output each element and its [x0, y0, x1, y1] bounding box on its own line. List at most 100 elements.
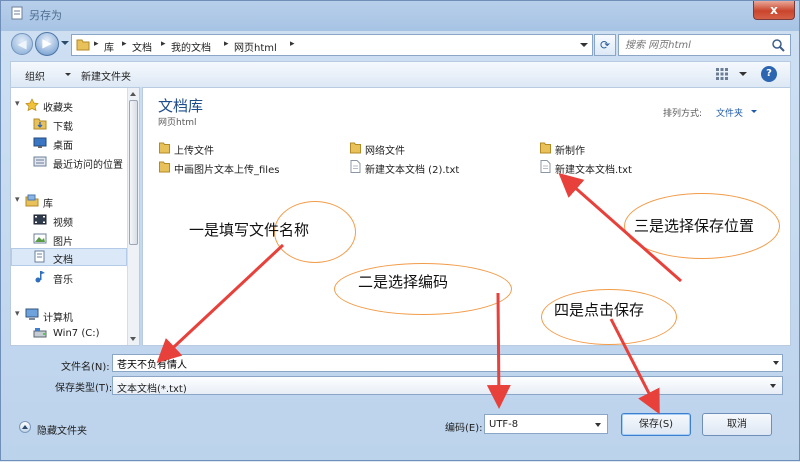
nav-label: 收藏夹 — [43, 103, 73, 114]
hide-folders-label: 隐藏文件夹 — [37, 426, 87, 437]
collapse-up-icon[interactable] — [19, 421, 31, 433]
chevron-right-icon[interactable]: ▸ — [122, 39, 127, 49]
file-name: 新建文本文档 (2).txt — [365, 165, 460, 176]
scroll-down-arrow-icon[interactable] — [130, 337, 136, 341]
nav-drive-c[interactable]: Win7 (C:) — [11, 325, 127, 343]
recent-places-icon — [33, 156, 47, 167]
nav-favorites[interactable]: ▾ 收藏夹 — [11, 96, 127, 114]
libraries-icon — [25, 194, 39, 207]
nav-libraries[interactable]: ▾ 库 — [11, 192, 127, 210]
chevron-down-icon[interactable] — [773, 361, 779, 365]
nav-recent-places[interactable]: 最近访问的位置 — [11, 153, 127, 171]
chevron-right-icon[interactable]: ▸ — [161, 39, 166, 49]
nav-documents[interactable]: 文档 — [11, 248, 127, 266]
organize-button[interactable]: 组织 — [25, 68, 45, 83]
search-icon[interactable] — [770, 37, 786, 53]
folder-icon — [159, 161, 170, 173]
new-folder-button[interactable]: 新建文件夹 — [81, 68, 131, 83]
nav-label: 音乐 — [53, 275, 73, 286]
desktop-icon — [33, 137, 47, 148]
file-name: 新建文本文档.txt — [555, 165, 632, 176]
file-name: 网络文件 — [365, 146, 405, 157]
video-icon — [33, 214, 47, 225]
chevron-right-icon[interactable]: ▸ — [290, 39, 295, 49]
breadcrumb-documents[interactable]: 文档 — [132, 39, 152, 54]
filename-input[interactable] — [112, 354, 783, 372]
annotation-step-three: 三是选择保存位置 — [634, 217, 755, 235]
library-title: 文档库 — [158, 97, 204, 115]
save-button[interactable]: 保存(S) — [621, 413, 691, 436]
chevron-right-icon[interactable]: ▸ — [94, 39, 99, 49]
nav-label: 库 — [43, 199, 53, 210]
nav-downloads[interactable]: 下载 — [11, 115, 127, 133]
search-box[interactable] — [618, 34, 791, 56]
star-icon — [25, 98, 39, 111]
encoding-value: UTF-8 — [489, 419, 519, 430]
filename-label: 文件名(N): — [61, 362, 110, 373]
nav-label: Win7 (C:) — [53, 328, 100, 339]
nav-pictures[interactable]: 图片 — [11, 230, 127, 248]
hard-drive-icon — [33, 328, 47, 338]
nav-label: 图片 — [53, 237, 73, 248]
nav-label: 计算机 — [43, 313, 73, 324]
arrange-by-dropdown[interactable]: 文件夹 — [716, 106, 743, 119]
encoding-label: 编码(E): — [445, 423, 483, 434]
filetype-select[interactable]: 文本文档(*.txt) — [112, 376, 783, 395]
back-button[interactable]: ◀ — [11, 33, 33, 55]
close-button[interactable]: x — [753, 1, 795, 20]
nav-label: 下载 — [53, 122, 73, 133]
nav-label: 最近访问的位置 — [53, 160, 123, 171]
folder-icon — [76, 39, 90, 51]
forward-button[interactable]: ▶ — [35, 32, 59, 56]
scroll-up-arrow-icon[interactable] — [130, 92, 136, 96]
folder-icon — [540, 142, 551, 154]
address-row: ◀ ▶ ▸ 库 ▸ 文档 ▸ 我的文档 ▸ 网页html ▸ ⟳ — [1, 31, 799, 59]
nav-desktop[interactable]: 桌面 — [11, 134, 127, 152]
chevron-right-icon[interactable]: ▸ — [224, 39, 229, 49]
breadcrumb-my-documents[interactable]: 我的文档 — [171, 39, 211, 54]
window-title: 另存为 — [29, 9, 62, 22]
title-bar: 另存为 x — [1, 1, 799, 31]
computer-icon — [25, 308, 39, 320]
nav-label: 文档 — [53, 255, 73, 266]
scroll-thumb[interactable] — [129, 100, 138, 245]
music-icon — [35, 271, 45, 283]
nav-music[interactable]: 音乐 — [11, 268, 127, 286]
address-dropdown-icon[interactable] — [580, 43, 588, 47]
recent-locations-dropdown[interactable] — [61, 41, 69, 45]
file-name: 中画图片文本上传_files — [174, 165, 280, 176]
nav-scrollbar[interactable] — [127, 88, 139, 345]
nav-label: 视频 — [53, 218, 73, 229]
view-options-icon[interactable] — [715, 67, 729, 81]
address-bar[interactable]: ▸ 库 ▸ 文档 ▸ 我的文档 ▸ 网页html ▸ — [71, 34, 593, 56]
breadcrumb-webpage-html[interactable]: 网页html — [234, 39, 277, 54]
chevron-down-icon[interactable] — [751, 110, 757, 113]
save-as-dialog: 另存为 x ◀ ▶ ▸ 库 ▸ 文档 ▸ 我的文档 ▸ 网页html ▸ ⟳ 组… — [0, 0, 800, 461]
nav-computer[interactable]: ▾ 计算机 — [11, 306, 127, 324]
search-input[interactable] — [625, 38, 765, 52]
annotation-step-one: 一是填写文件名称 — [189, 221, 310, 239]
notepad-icon — [11, 6, 23, 20]
cancel-button[interactable]: 取消 — [702, 413, 772, 436]
documents-icon — [34, 250, 45, 263]
filetype-label: 保存类型(T): — [55, 383, 113, 394]
help-icon[interactable]: ? — [761, 66, 777, 82]
file-name: 新制作 — [555, 146, 585, 157]
pictures-icon — [33, 233, 47, 244]
chevron-down-icon[interactable] — [739, 72, 747, 76]
filetype-value: 文本文档(*.txt) — [117, 384, 187, 395]
folder-icon — [350, 142, 361, 154]
nav-videos[interactable]: 视频 — [11, 211, 127, 229]
chevron-down-icon — [65, 73, 71, 76]
library-subtitle: 网页html — [158, 118, 197, 128]
nav-label: 桌面 — [53, 141, 73, 152]
chevron-down-icon[interactable] — [770, 384, 776, 388]
encoding-select[interactable]: UTF-8 — [484, 414, 608, 434]
annotation-step-four: 四是点击保存 — [554, 301, 645, 319]
command-toolbar: 组织 新建文件夹 ? — [10, 61, 791, 87]
annotation-step-two: 二是选择编码 — [358, 273, 449, 291]
folder-icon — [159, 142, 170, 154]
refresh-button[interactable]: ⟳ — [594, 34, 616, 56]
chevron-down-icon[interactable] — [595, 423, 601, 427]
breadcrumb-libraries[interactable]: 库 — [104, 39, 114, 54]
